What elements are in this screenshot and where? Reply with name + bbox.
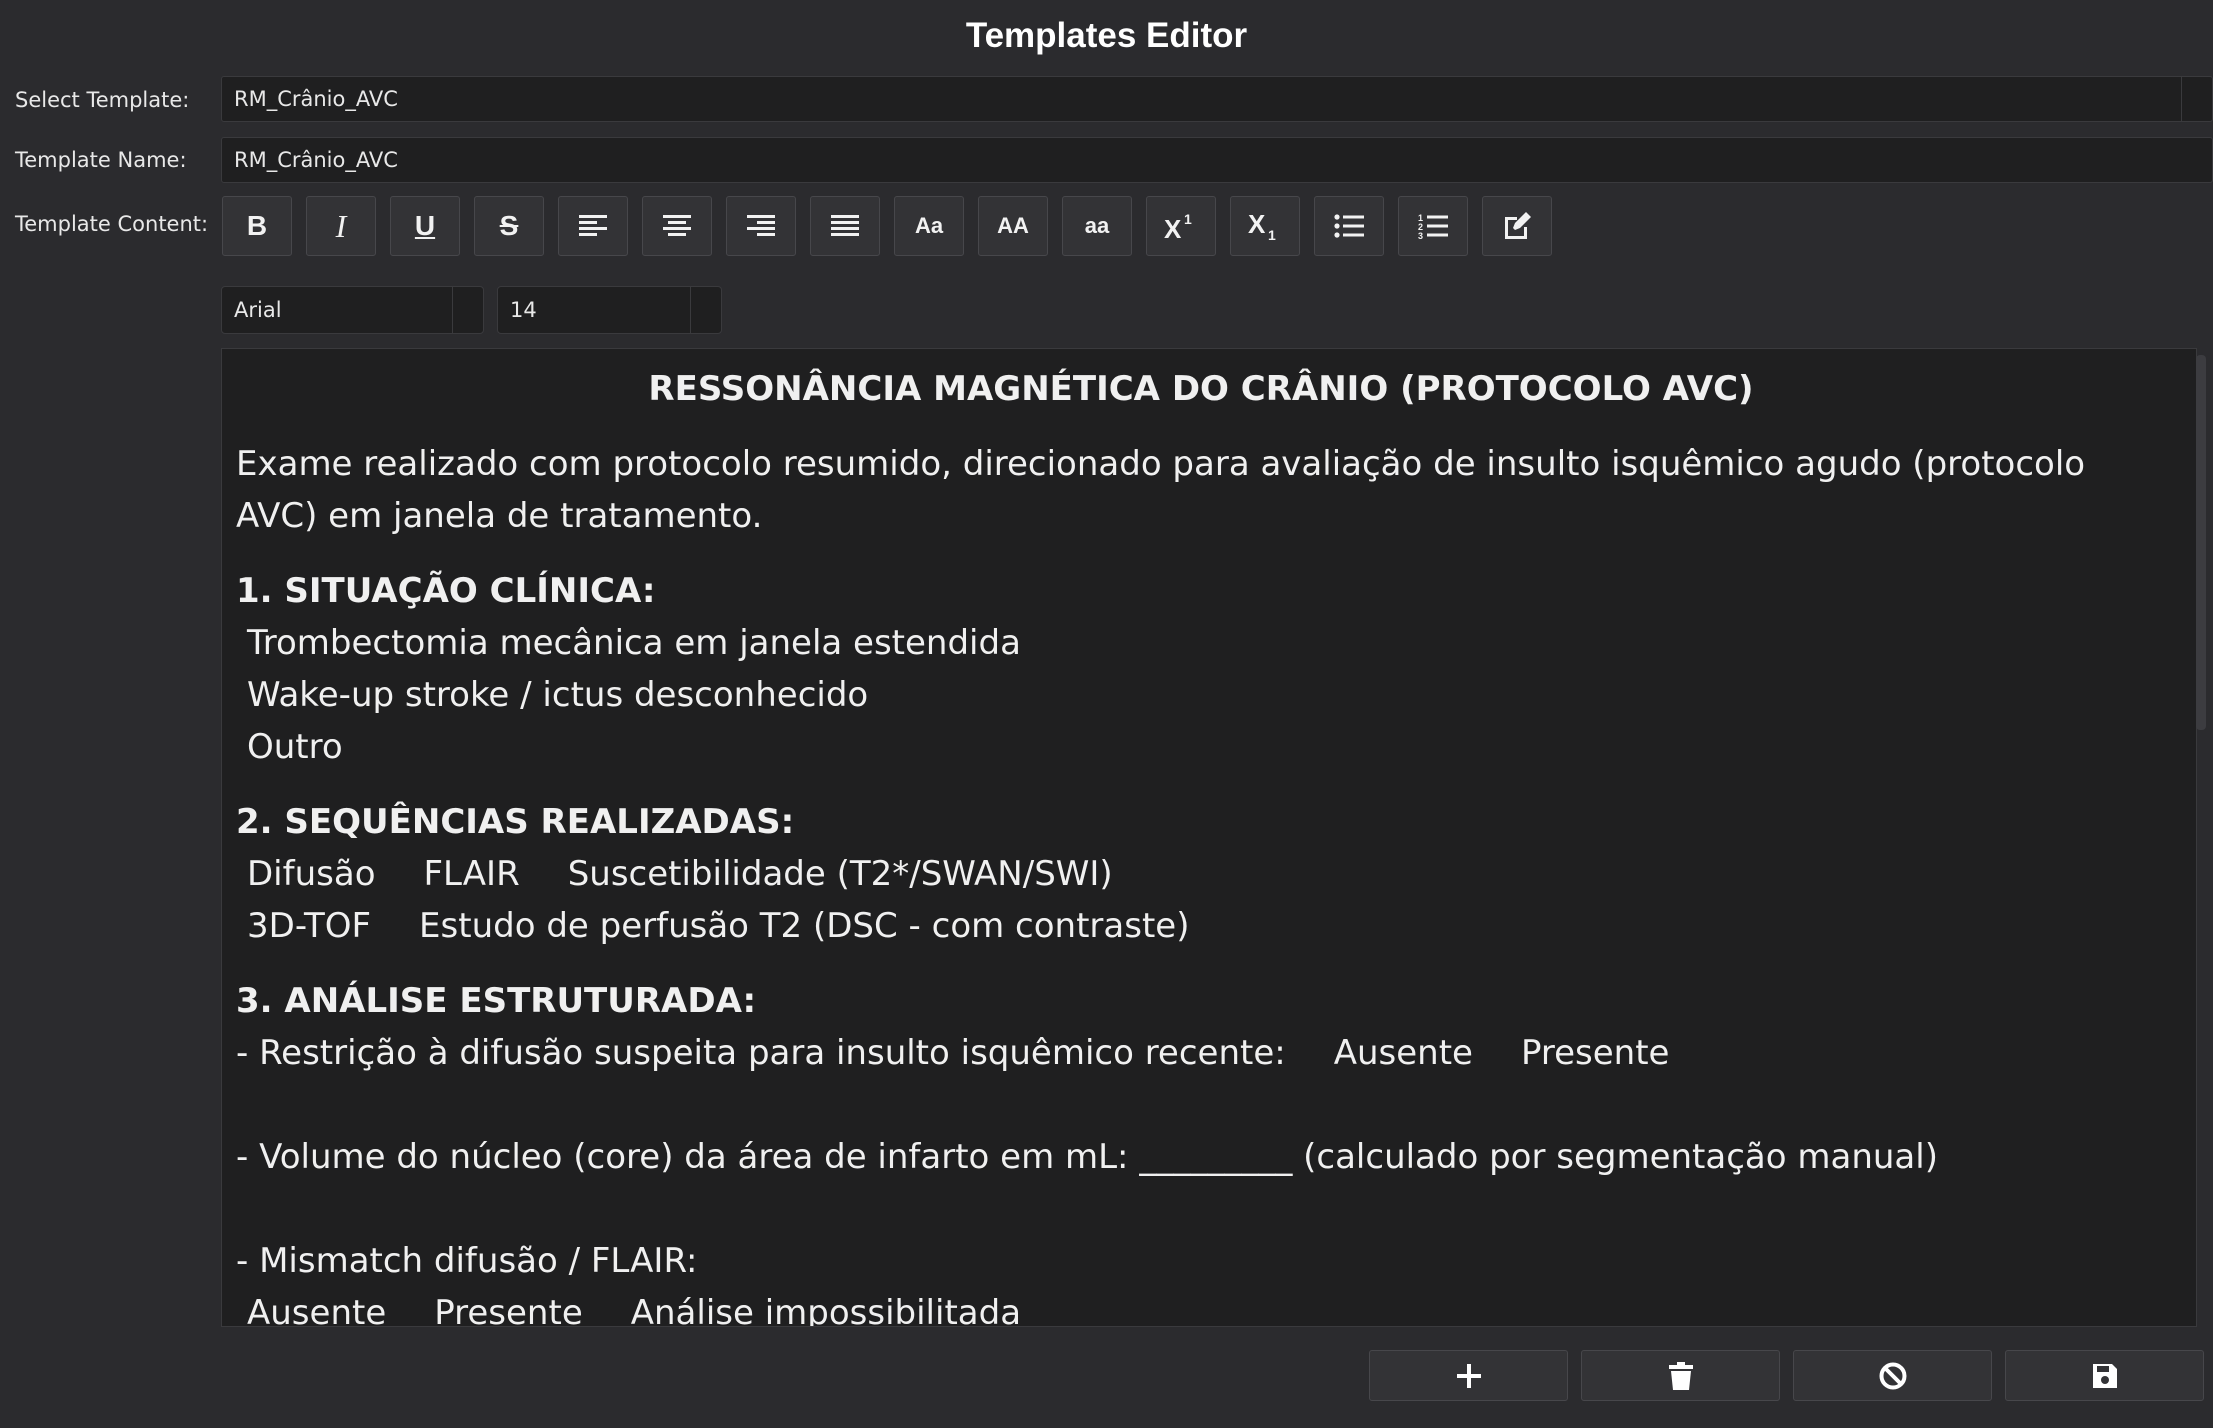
subscript-button[interactable]: X1	[1230, 196, 1300, 256]
numbered-list-icon: 123	[1418, 213, 1448, 239]
underline-button[interactable]: U	[390, 196, 460, 256]
strikethrough-button[interactable]: S	[474, 196, 544, 256]
list-item: Trombectomia mecânica em janela estendid…	[247, 623, 1021, 663]
editor-scrollbar[interactable]	[2194, 355, 2208, 1325]
sequence-row: 3D-TOF Estudo de perfusão T2 (DSC - com c…	[236, 900, 2166, 952]
select-template-value: RM_Crânio_AVC	[234, 87, 398, 111]
font-size-combobox[interactable]: 14	[497, 286, 722, 334]
template-content-editor[interactable]: RESSONÂNCIA MAGNÉTICA DO CRÂNIO (PROTOCO…	[221, 348, 2197, 1327]
select-template-label: Select Template:	[15, 88, 190, 112]
sequence-option: Difusão	[247, 854, 376, 894]
edit-button[interactable]	[1482, 196, 1552, 256]
svg-text:X: X	[1248, 211, 1266, 239]
align-center-icon	[663, 215, 691, 236]
chevron-down-icon[interactable]	[2181, 77, 2212, 121]
sequence-option: Suscetibilidade (T2*/SWAN/SWI)	[567, 854, 1113, 894]
document-body: RESSONÂNCIA MAGNÉTICA DO CRÂNIO (PROTOCO…	[236, 363, 2166, 1327]
capitalize-button[interactable]: Aa	[894, 196, 964, 256]
font-size-value: 14	[510, 298, 537, 322]
question-text: - Restrição à difusão suspeita para insu…	[236, 1033, 1286, 1073]
ban-icon	[1879, 1362, 1906, 1389]
sequence-option: 3D-TOF	[247, 906, 372, 946]
document-heading: RESSONÂNCIA MAGNÉTICA DO CRÂNIO (PROTOCO…	[648, 369, 1754, 409]
analysis-question: - Volume do núcleo (core) da área de inf…	[236, 1137, 1938, 1177]
bullet-list-button[interactable]	[1314, 196, 1384, 256]
delete-button[interactable]	[1581, 1350, 1780, 1401]
uppercase-label: AA	[997, 213, 1029, 238]
bold-button[interactable]: B	[222, 196, 292, 256]
template-name-value: RM_Crânio_AVC	[234, 148, 398, 172]
lowercase-button[interactable]: aa	[1062, 196, 1132, 256]
align-left-button[interactable]	[558, 196, 628, 256]
strikethrough-icon: S	[499, 210, 519, 241]
superscript-icon: X1	[1164, 212, 1192, 240]
plus-icon	[1456, 1363, 1481, 1388]
bullet-list-icon	[1334, 214, 1364, 238]
select-template-combobox[interactable]: RM_Crânio_AVC	[221, 76, 2213, 122]
template-content-label: Template Content:	[15, 212, 209, 236]
align-right-icon	[747, 215, 775, 236]
trash-icon	[1668, 1361, 1693, 1390]
chevron-down-icon[interactable]	[452, 287, 483, 333]
template-name-input[interactable]: RM_Crânio_AVC	[221, 137, 2213, 183]
numbered-list-button[interactable]: 123	[1398, 196, 1468, 256]
section-2-title: 2. SEQUÊNCIAS REALIZADAS:	[236, 802, 795, 842]
answer-row: Ausente Presente Análise impossibilitada	[236, 1287, 2166, 1327]
subscript-icon: X1	[1248, 211, 1276, 241]
answer-option: Ausente	[1333, 1033, 1473, 1073]
svg-text:X: X	[1164, 214, 1182, 240]
list-item: Wake-up stroke / ictus desconhecido	[247, 675, 869, 715]
italic-icon: I	[335, 207, 347, 244]
underline-icon: U	[414, 210, 436, 241]
edit-icon	[1505, 212, 1531, 239]
font-family-combobox[interactable]: Arial	[221, 286, 484, 334]
cancel-button[interactable]	[1793, 1350, 1992, 1401]
font-family-value: Arial	[234, 298, 282, 322]
svg-text:1: 1	[1184, 212, 1192, 227]
svg-text:1: 1	[1268, 227, 1276, 241]
add-button[interactable]	[1369, 1350, 1568, 1401]
analysis-question: - Restrição à difusão suspeita para insu…	[236, 1027, 2166, 1079]
template-name-label: Template Name:	[15, 148, 187, 172]
svg-text:3: 3	[1418, 231, 1423, 239]
window-title: Templates Editor	[965, 16, 1248, 55]
sequence-option: FLAIR	[423, 854, 520, 894]
justify-icon	[831, 215, 859, 236]
superscript-button[interactable]: X1	[1146, 196, 1216, 256]
sequence-row: Difusão FLAIR Suscetibilidade (T2*/SWAN/SW…	[236, 848, 2166, 900]
chevron-down-icon[interactable]	[690, 287, 721, 333]
answer-option: Ausente	[247, 1293, 387, 1327]
analysis-question: - Mismatch difusão / FLAIR:	[236, 1241, 698, 1281]
capitalize-label: Aa	[914, 213, 944, 238]
align-right-button[interactable]	[726, 196, 796, 256]
align-center-button[interactable]	[642, 196, 712, 256]
justify-button[interactable]	[810, 196, 880, 256]
lowercase-label: aa	[1084, 213, 1110, 238]
list-item: Outro	[247, 727, 343, 767]
section-3-title: 3. ANÁLISE ESTRUTURADA:	[236, 981, 757, 1021]
floppy-disk-icon	[2092, 1363, 2117, 1388]
section-1-title: 1. SITUAÇÃO CLÍNICA:	[236, 571, 656, 611]
answer-option: Presente	[1520, 1033, 1670, 1073]
bold-icon: B	[246, 210, 268, 241]
answer-option: Presente	[434, 1293, 583, 1327]
italic-button[interactable]: I	[306, 196, 376, 256]
uppercase-button[interactable]: AA	[978, 196, 1048, 256]
scrollbar-thumb[interactable]	[2196, 355, 2206, 730]
document-intro: Exame realizado com protocolo resumido, …	[236, 444, 2086, 536]
align-left-icon	[579, 215, 607, 236]
save-button[interactable]	[2005, 1350, 2204, 1401]
answer-option: Análise impossibilitada	[630, 1293, 1022, 1327]
sequence-option: Estudo de perfusão T2 (DSC - com contras…	[419, 906, 1190, 946]
